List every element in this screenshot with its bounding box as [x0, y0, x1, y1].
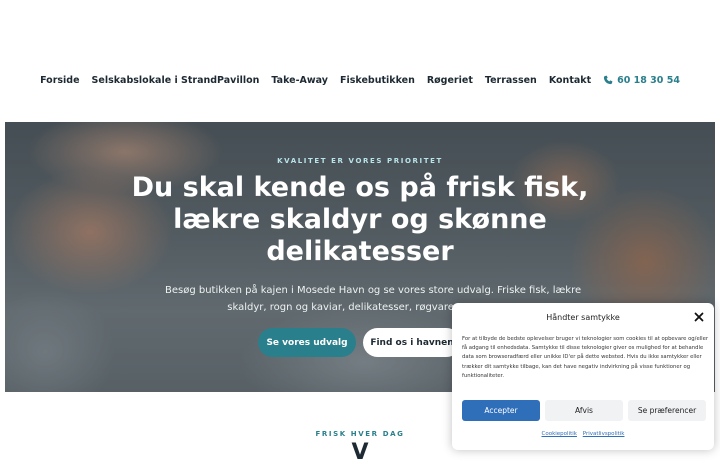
cookie-policy-links: Cookiepolitik Privatlivspolitik [452, 431, 714, 437]
deny-button[interactable]: Afvis [545, 400, 623, 421]
cookie-text-line: få adgang til enhedsdata. Samtykke til d… [462, 345, 704, 352]
cookie-dialog-title: Håndter samtykke [546, 313, 620, 322]
nav-phone-link[interactable]: 60 18 30 54 [603, 75, 680, 86]
close-icon[interactable] [694, 312, 704, 322]
nav-item-selskabslokale[interactable]: Selskabslokale i StrandPavillon [92, 75, 260, 86]
nav-item-terrassen[interactable]: Terrassen [485, 75, 537, 86]
hero-title: Du skal kende os på frisk fisk, lækre sk… [110, 172, 610, 268]
cookie-consent-dialog: Håndter samtykke For at tilbyde de bedst… [452, 303, 714, 450]
cookie-text-line: For at tilbyde de bedste oplevelser brug… [462, 336, 709, 342]
cookie-policy-link[interactable]: Cookiepolitik [542, 431, 577, 437]
hero-eyebrow: KVALITET ER VORES PRIORITET [277, 157, 443, 165]
nav-item-fiskebutikken[interactable]: Fiskebutikken [340, 75, 415, 86]
cookie-text-line: data som browseradfærd eller unikke ID'e… [462, 354, 702, 361]
hero-title-line: Du skal kende os på frisk fisk, [131, 172, 589, 203]
hero-title-line: lækre skaldyr og skønne [173, 204, 547, 235]
nav-item-forside[interactable]: Forside [40, 75, 79, 86]
nav-item-kontakt[interactable]: Kontakt [549, 75, 591, 86]
nav-item-rogeriet[interactable]: Røgeriet [427, 75, 473, 86]
hero-description-line: Besøg butikken på kajen i Mosede Havn og… [165, 285, 582, 296]
cookie-text-line: funktionaliteter. [462, 372, 505, 379]
see-selection-button[interactable]: Se vores udvalg [258, 328, 356, 357]
accept-button[interactable]: Accepter [462, 400, 540, 421]
privacy-policy-link[interactable]: Privatlivspolitik [583, 431, 625, 437]
nav-item-take-away[interactable]: Take-Away [271, 75, 328, 86]
phone-number: 60 18 30 54 [617, 74, 680, 86]
cookie-text-line: trækker dit samtykke tilbage, kan det ha… [462, 363, 691, 370]
hero-title-line: delikatesser [266, 236, 454, 267]
cookie-dialog-text: For at tilbyde de bedste oplevelser brug… [462, 335, 709, 381]
preferences-button[interactable]: Se præferencer [628, 400, 706, 421]
find-us-button[interactable]: Find os i havnen [363, 328, 461, 357]
main-navigation: Forside Selskabslokale i StrandPavillon … [0, 70, 720, 90]
phone-icon [604, 75, 613, 85]
